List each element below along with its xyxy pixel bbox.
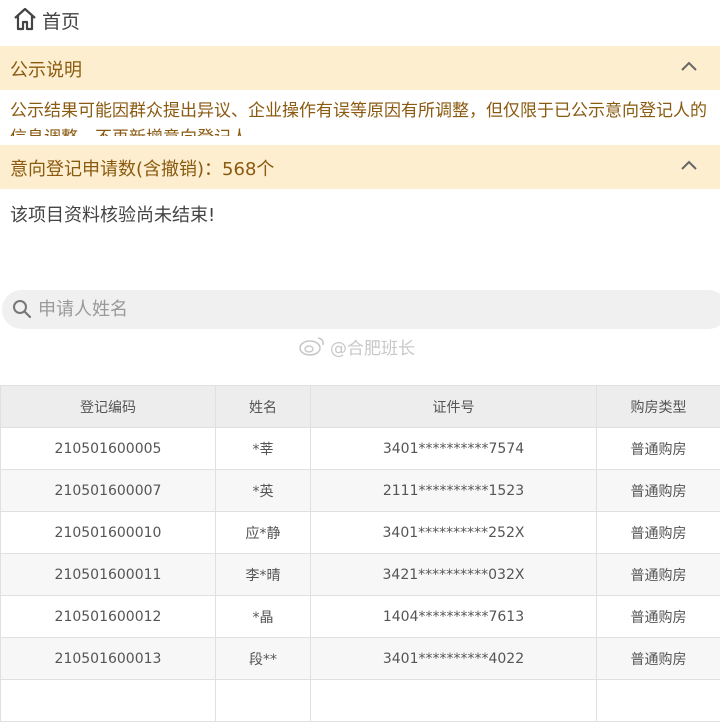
watermark-text: @合肥班长: [330, 334, 415, 359]
cell-id-number: 1404**********7613: [311, 596, 597, 638]
cell-reg-code: 210501600011: [1, 554, 216, 596]
chevron-up-icon[interactable]: [680, 159, 698, 171]
cell-purchase-type: 普通购房: [597, 596, 720, 638]
col-header-id-number[interactable]: 证件号: [311, 386, 597, 428]
top-nav: 首页: [0, 0, 720, 40]
cell-purchase-type: 普通购房: [597, 554, 720, 596]
cell-reg-code: [1, 680, 216, 722]
table-row[interactable]: 210501600005*莘3401**********7574普通购房: [1, 428, 720, 470]
cell-purchase-type: 普通购房: [597, 512, 720, 554]
cell-name: 李*晴: [216, 554, 311, 596]
applications-panel-header[interactable]: 意向登记申请数(含撤销)：568个: [0, 145, 720, 189]
weibo-icon: [298, 335, 326, 357]
cell-reg-code: 210501600013: [1, 638, 216, 680]
col-header-reg-code[interactable]: 登记编码: [1, 386, 216, 428]
cell-purchase-type: 普通购房: [597, 428, 720, 470]
cell-id-number: 3401**********4022: [311, 638, 597, 680]
home-icon[interactable]: [12, 6, 38, 32]
table-row[interactable]: 210501600011李*晴3421**********032X普通购房: [1, 554, 720, 596]
table-header-row: 登记编码 姓名 证件号 购房类型: [1, 386, 720, 428]
cell-name: *晶: [216, 596, 311, 638]
home-link[interactable]: 首页: [42, 7, 80, 34]
col-header-name[interactable]: 姓名: [216, 386, 311, 428]
notice-panel-header[interactable]: 公示说明: [0, 46, 720, 90]
cell-reg-code: 210501600010: [1, 512, 216, 554]
cell-name: 段**: [216, 638, 311, 680]
table-row[interactable]: 210501600007*英2111**********1523普通购房: [1, 470, 720, 512]
cell-reg-code: 210501600005: [1, 428, 216, 470]
search-bar[interactable]: [2, 290, 720, 329]
registration-table: 登记编码 姓名 证件号 购房类型 210501600005*莘3401*****…: [0, 385, 720, 722]
cell-purchase-type: [597, 680, 720, 722]
cell-id-number: 2111**********1523: [311, 470, 597, 512]
cell-id-number: 3401**********252X: [311, 512, 597, 554]
table-row[interactable]: [1, 680, 720, 722]
cell-id-number: 3421**********032X: [311, 554, 597, 596]
notice-body: 公示结果可能因群众提出异议、企业操作有误等原因有所调整，但仅限于已公示意向登记人…: [10, 98, 716, 136]
cell-purchase-type: 普通购房: [597, 470, 720, 512]
table-row[interactable]: 210501600012*晶1404**********7613普通购房: [1, 596, 720, 638]
cell-name: *英: [216, 470, 311, 512]
cell-purchase-type: 普通购房: [597, 638, 720, 680]
cell-reg-code: 210501600007: [1, 470, 216, 512]
verification-status: 该项目资料核验尚未结束!: [10, 201, 215, 227]
cell-reg-code: 210501600012: [1, 596, 216, 638]
watermark: @合肥班长: [298, 334, 415, 358]
search-icon: [12, 299, 32, 319]
cell-id-number: [311, 680, 597, 722]
col-header-purchase-type[interactable]: 购房类型: [597, 386, 720, 428]
applications-count-title: 意向登记申请数(含撤销)：568个: [10, 155, 274, 181]
cell-name: [216, 680, 311, 722]
chevron-up-icon[interactable]: [680, 60, 698, 72]
cell-id-number: 3401**********7574: [311, 428, 597, 470]
search-input[interactable]: [38, 295, 678, 323]
table-row[interactable]: 210501600013段**3401**********4022普通购房: [1, 638, 720, 680]
cell-name: 应*静: [216, 512, 311, 554]
table-row[interactable]: 210501600010应*静3401**********252X普通购房: [1, 512, 720, 554]
notice-title: 公示说明: [10, 56, 82, 82]
cell-name: *莘: [216, 428, 311, 470]
